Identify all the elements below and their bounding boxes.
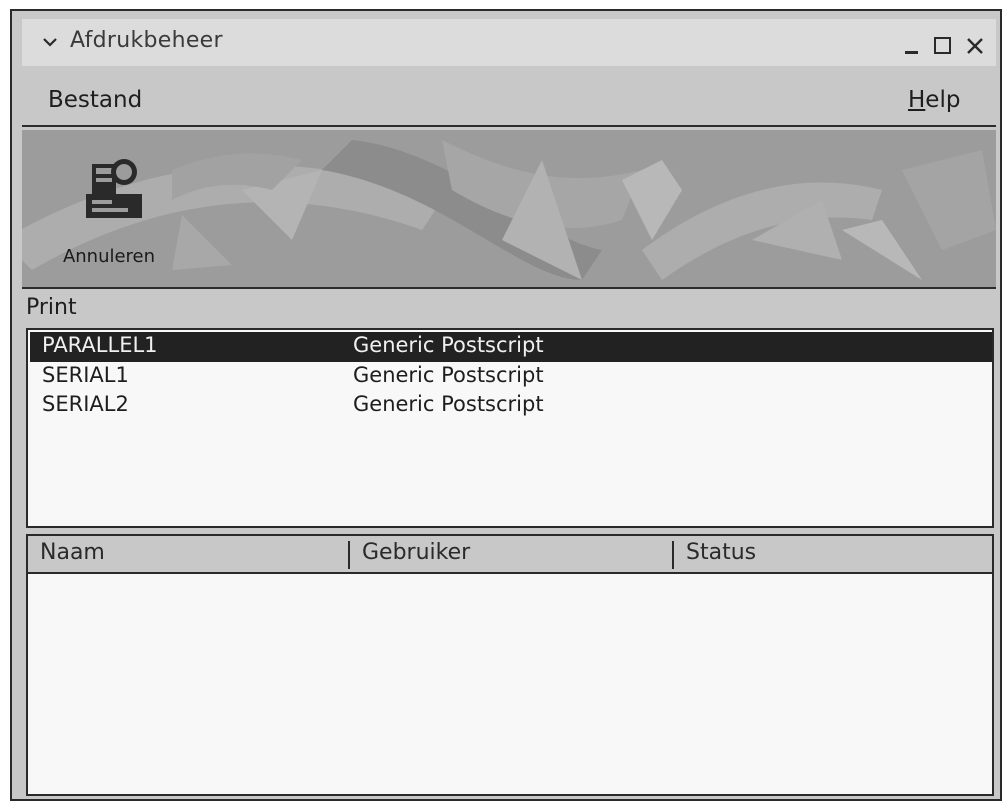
- printer-driver: Generic Postscript: [353, 333, 544, 357]
- window-title: Afdrukbeheer: [70, 28, 223, 53]
- column-header-naam[interactable]: Naam: [40, 540, 105, 565]
- printer-name: SERIAL2: [42, 392, 129, 416]
- column-divider[interactable]: [348, 541, 350, 569]
- menu-help[interactable]: Help: [908, 87, 960, 113]
- printer-name: PARALLEL1: [42, 333, 158, 357]
- print-manager-window: Afdrukbeheer Bestand Help Annuleren Prin…: [10, 9, 1002, 801]
- minimize-icon[interactable]: [902, 35, 924, 57]
- column-header-status[interactable]: Status: [686, 540, 756, 565]
- menu-bar: Bestand Help: [22, 73, 996, 131]
- menu-help-rest: elp: [925, 87, 961, 113]
- printer-driver: Generic Postscript: [353, 363, 544, 387]
- menu-bestand[interactable]: Bestand: [48, 87, 142, 113]
- maximize-icon[interactable]: [932, 35, 954, 57]
- printer-driver: Generic Postscript: [353, 392, 544, 416]
- column-header-gebruiker[interactable]: Gebruiker: [362, 540, 470, 565]
- cancel-button[interactable]: Annuleren: [44, 150, 174, 275]
- cancel-print-icon: [86, 159, 142, 218]
- printer-row[interactable]: SERIAL1 Generic Postscript: [30, 362, 992, 392]
- job-list[interactable]: Naam Gebruiker Status: [26, 534, 994, 796]
- toolbar: Annuleren: [22, 130, 996, 287]
- printer-list[interactable]: PARALLEL1 Generic Postscript SERIAL1 Gen…: [26, 328, 994, 528]
- title-bar[interactable]: Afdrukbeheer: [22, 19, 996, 66]
- printer-row[interactable]: PARALLEL1 Generic Postscript: [30, 332, 992, 362]
- column-divider[interactable]: [672, 541, 674, 569]
- printer-name: SERIAL1: [42, 363, 129, 387]
- chevron-down-icon[interactable]: [42, 35, 58, 49]
- close-icon[interactable]: [964, 35, 986, 57]
- menubar-separator: [22, 125, 996, 127]
- cancel-button-label: Annuleren: [62, 246, 156, 267]
- printer-row[interactable]: SERIAL2 Generic Postscript: [30, 391, 992, 421]
- menu-help-accelerator: H: [908, 87, 926, 113]
- printers-section-label: Print: [26, 295, 77, 320]
- job-list-header: Naam Gebruiker Status: [28, 536, 992, 574]
- toolbar-separator: [22, 287, 996, 289]
